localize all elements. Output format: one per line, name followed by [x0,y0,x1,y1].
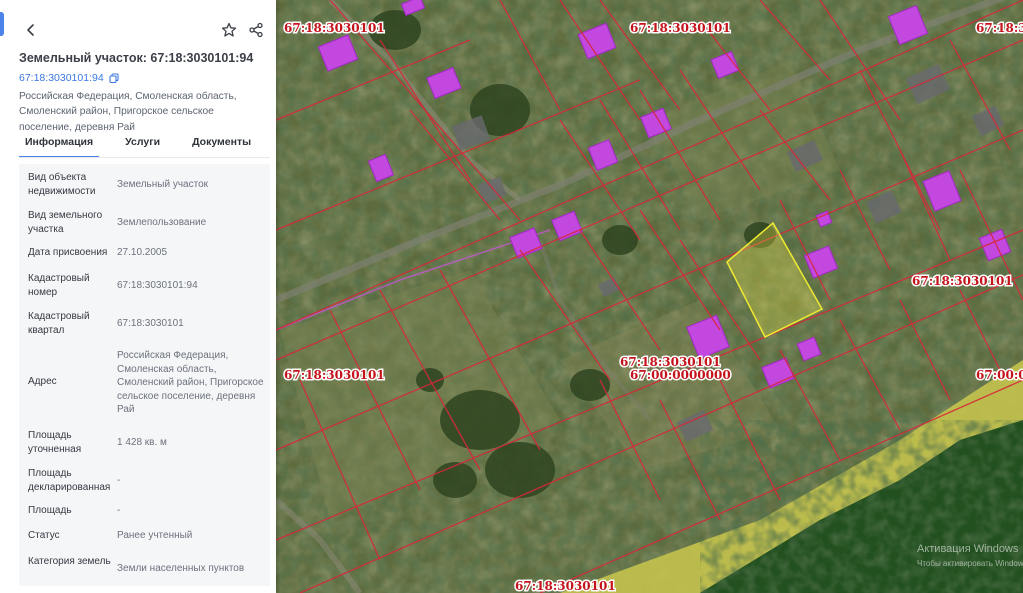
panel-topbar [0,18,276,44]
row-label: Адрес [28,376,57,387]
row-value: Российская Федерация, Смоленская область… [117,350,264,415]
row-value: 1 428 кв. м [117,437,167,448]
back-button[interactable] [19,18,43,42]
row-area-refined: Площадь уточненная 1 428 кв. м [19,422,270,460]
row-value: Землепользование [117,217,207,228]
row-label: Дата присвоения [28,247,108,258]
row-cadastral-block: Кадастровый квартал 67:18:3030101 [19,303,270,342]
row-value: 67:18:3030101 [117,318,184,329]
row-label: Категория земель [28,556,111,567]
row-value: Ранее учтенный [117,530,193,541]
tab-bar: Информация Услуги Документы [19,136,276,158]
row-label: Кадастровый номер [28,273,90,298]
cadastral-number-link[interactable]: 67:18:3030101:94 [19,72,119,84]
activation-watermark-text: Чтобы активировать Windows, перейдите в … [917,559,1023,568]
tab-information[interactable]: Информация [19,136,100,158]
copy-icon[interactable] [109,73,119,83]
row-area: Площадь - [19,498,270,523]
row-status: Статус Ранее учтенный [19,523,270,548]
row-cadastral-number: Кадастровый номер 67:18:3030101:94 [19,265,270,303]
tab-services[interactable]: Услуги [119,136,166,158]
info-table: Вид объекта недвижимости Земельный участ… [19,164,270,586]
star-icon [221,22,237,37]
address-text: Российская Федерация, Смоленская область… [19,91,237,133]
share-button[interactable] [244,18,268,42]
row-land-category: Категория земель Земли населенных пункто… [19,548,270,586]
map-label-2: 67:18:3030101 [630,21,731,35]
tab-documents[interactable]: Документы [186,136,257,158]
share-icon [249,22,263,38]
map-label-8: 67:00:0000000 [976,368,1023,382]
row-assign-date: Дата присвоения 27.10.2005 [19,240,270,265]
row-address: Адрес Российская Федерация, Смоленская о… [19,342,270,422]
row-area-declared: Площадь декларированная - [19,460,270,498]
page-title: Земельный участок: 67:18:3030101:94 [19,51,254,65]
cadastral-number-text[interactable]: 67:18:3030101:94 [19,72,104,84]
row-label: Вид земельного участка [28,210,103,235]
row-label: Вид объекта недвижимости [28,172,96,197]
row-label: Площадь уточненная [28,430,82,455]
row-label: Статус [28,530,60,541]
info-panel: Земельный участок: 67:18:3030101:94 67:1… [0,0,276,593]
row-value: - [117,475,121,486]
map-label-7: 67:18:3030101 [284,368,385,382]
row-value: Земельный участок [117,179,209,190]
row-label: Кадастровый квартал [28,311,90,336]
row-object-type: Вид объекта недвижимости Земельный участ… [19,164,270,202]
arrow-left-icon [27,24,34,36]
row-label: Площадь [28,505,72,516]
row-value: Земли населенных пунктов [117,563,245,574]
map-label-4: 67:18:3030101 [912,274,1013,288]
row-value: - [117,505,121,516]
activation-watermark-title: Активация Windows [917,543,1019,555]
tab-divider [19,157,270,158]
map-label-5: 67:18:3030101 [620,355,721,369]
map-label-1: 67:18:3030101 [284,21,385,35]
map-label-9: 67:18:3030101 [515,579,616,593]
row-value: 27.10.2005 [117,247,168,258]
favorite-button[interactable] [217,18,241,42]
row-label: Площадь декларированная [28,468,111,493]
map-label-6: 67:00:0000000 [630,368,731,382]
map-label-3: 67:18:3030101 [976,21,1023,35]
row-value: 67:18:3030101:94 [117,280,198,291]
row-land-type: Вид земельного участка Землепользование [19,202,270,240]
